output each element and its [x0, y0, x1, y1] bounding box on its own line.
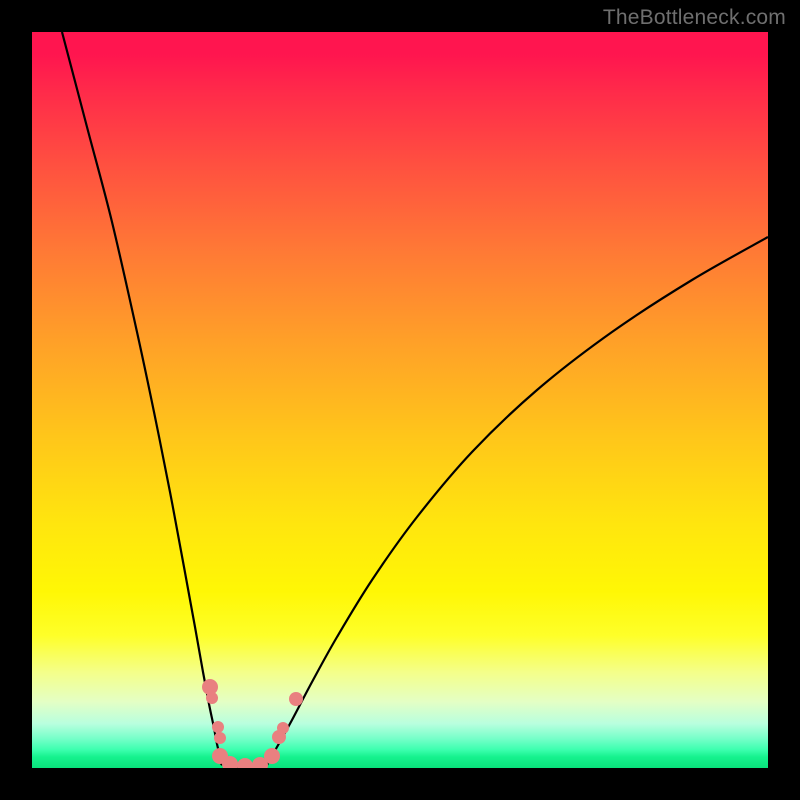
plot-area [32, 32, 768, 768]
curve-layer [32, 32, 768, 768]
data-marker [277, 722, 289, 734]
bottleneck-curve [62, 32, 768, 767]
data-marker [264, 748, 280, 764]
data-marker [212, 721, 224, 733]
chart-frame: TheBottleneck.com [0, 0, 800, 800]
data-marker [206, 692, 218, 704]
data-marker [237, 758, 253, 768]
data-marker [214, 732, 226, 744]
credit-label: TheBottleneck.com [603, 6, 786, 30]
markers-group [202, 679, 303, 768]
data-marker [289, 692, 303, 706]
